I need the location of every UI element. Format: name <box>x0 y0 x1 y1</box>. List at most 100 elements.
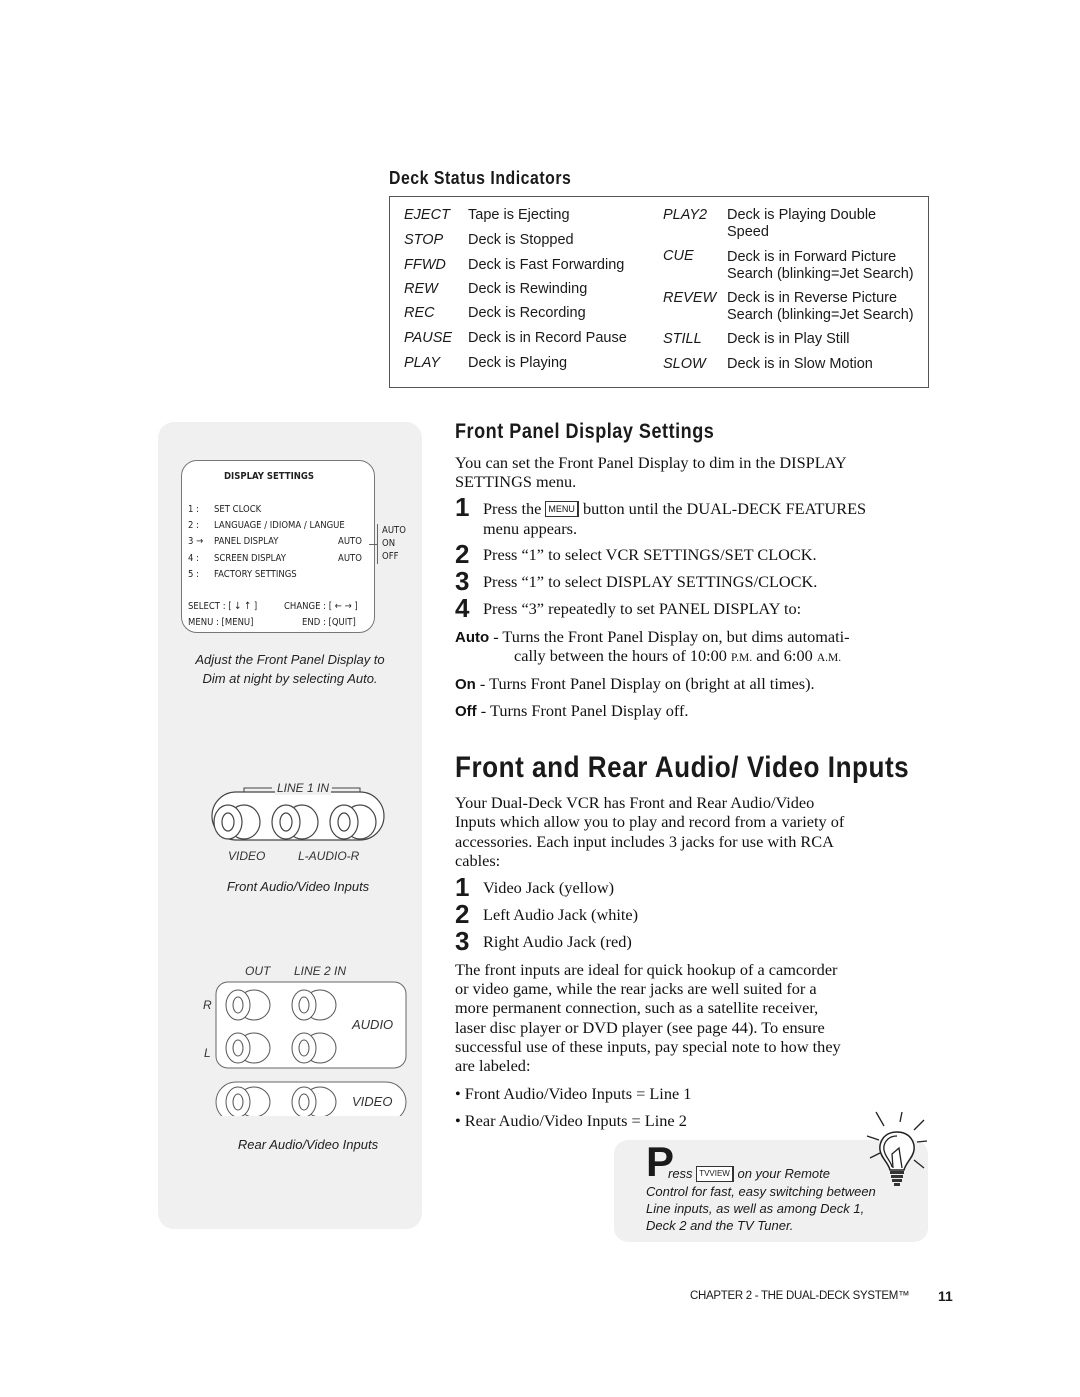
option-label: Off <box>455 703 477 720</box>
jack-text: Right Audio Jack (red) <box>483 932 632 951</box>
av-intro-line: accessories. Each input includes 3 jacks… <box>455 832 834 851</box>
av-body-line: more permanent connection, such as a sat… <box>455 998 819 1017</box>
line2-in-label: LINE 2 IN <box>294 964 347 978</box>
step-number: 1 <box>455 492 470 522</box>
screen-title: DISPLAY SETTINGS <box>224 471 314 482</box>
tip-text: on your Remote <box>737 1166 830 1181</box>
r-label: R <box>203 998 212 1012</box>
menu-item-label: FACTORY SETTINGS <box>214 569 297 580</box>
jack-number: 2 <box>455 899 470 929</box>
option-label: On <box>455 676 476 693</box>
menu-num: 5 : <box>188 569 199 580</box>
status-row: STILL <box>663 331 702 348</box>
step-3-text: Press “1” to select DISPLAY SETTINGS/CLO… <box>483 572 818 591</box>
option-text: cally between the hours of 10:00 <box>514 646 732 665</box>
menu-num: 4 : <box>188 553 199 564</box>
rca-jack-icon <box>225 1032 271 1064</box>
av-body-line: The front inputs are ideal for quick hoo… <box>455 960 838 979</box>
chapter-footer: CHAPTER 2 - THE DUAL-DECK SYSTEM™ <box>690 1290 910 1302</box>
status-desc: Deck is Playing <box>468 355 568 371</box>
am-label: A.M. <box>816 652 842 664</box>
status-desc: Deck is in Reverse Picture <box>727 290 898 306</box>
menu-key-icon: MENU <box>545 501 579 517</box>
status-desc-cont: Search (blinking=Jet Search) <box>727 307 914 323</box>
status-row: STOP <box>404 232 443 249</box>
rca-jack-icon <box>225 1086 271 1116</box>
page-number: 11 <box>938 1288 953 1304</box>
status-desc: Deck is in Record Pause <box>468 330 627 346</box>
option-text: - Turns Front Panel Display off. <box>476 701 689 720</box>
status-desc: Deck is Stopped <box>468 232 574 248</box>
menu-num: 1 : <box>188 504 199 515</box>
jack-text: Video Jack (yellow) <box>483 878 615 897</box>
step-number: 3 <box>455 566 470 596</box>
menu-item-label: SCREEN DISPLAY <box>214 553 286 564</box>
line1-in-label: LINE 1 IN <box>275 781 332 795</box>
av-intro-line: cables: <box>455 851 501 870</box>
front-video-label: VIDEO <box>228 849 266 863</box>
step-1-line2: menu appears. <box>483 519 578 538</box>
menu-item-label: SET CLOCK <box>214 504 262 515</box>
tip-line: Deck 2 and the TV Tuner. <box>646 1218 794 1233</box>
status-code: PAUSE <box>404 330 453 346</box>
options-bracket <box>377 524 378 564</box>
tvview-key-icon: TVVIEW <box>696 1166 734 1182</box>
intro-line1: You can set the Front Panel Display to d… <box>455 453 847 472</box>
rca-jack-icon <box>329 804 377 840</box>
status-code: CUE <box>663 248 694 264</box>
front-audio-label: L-AUDIO-R <box>298 849 360 863</box>
option-text: and 6:00 <box>752 646 817 665</box>
status-row: REW <box>404 281 438 298</box>
status-code: PLAY <box>404 355 441 371</box>
step-1-text: Press the MENU button until the DUAL-DEC… <box>483 499 866 519</box>
step-number: 4 <box>455 593 470 623</box>
tip-line: Control for fast, easy switching between <box>646 1184 876 1199</box>
rca-jack-icon <box>213 804 261 840</box>
option-auto-desc: Auto - Turns the Front Panel Display on,… <box>455 627 850 648</box>
status-code: REVEW <box>663 290 717 306</box>
status-desc: Deck is Recording <box>468 305 586 321</box>
status-desc-cont: Speed <box>727 224 769 240</box>
bullet-item: • Front Audio/Video Inputs = Line 1 <box>455 1084 692 1103</box>
option-label: Auto <box>455 629 490 646</box>
av-intro-line: Inputs which allow you to play and recor… <box>455 812 845 831</box>
status-code: PLAY2 <box>663 207 708 223</box>
change-hint: CHANGE : [ ← → ] <box>284 601 358 612</box>
step-1-post: button until the DUAL-DECK FEATURES <box>583 499 867 518</box>
status-row: REC <box>404 305 435 322</box>
status-row: PLAY2 <box>663 207 707 224</box>
menu-num: 2 : <box>188 520 199 531</box>
av-body-line: successful use of these inputs, pay spec… <box>455 1037 841 1056</box>
av-body-line: or video game, while the rear jacks are … <box>455 979 817 998</box>
av-intro-line: Your Dual-Deck VCR has Front and Rear Au… <box>455 793 815 812</box>
status-desc: Deck is in Play Still <box>727 331 850 347</box>
lightbulb-icon <box>866 1111 928 1186</box>
status-desc: Deck is in Slow Motion <box>727 356 873 372</box>
bullet-item: • Rear Audio/Video Inputs = Line 2 <box>455 1111 687 1130</box>
status-row: FFWD <box>404 257 446 274</box>
status-desc: Tape is Ejecting <box>468 207 570 223</box>
av-inputs-heading: Front and Rear Audio/ Video Inputs <box>455 751 910 784</box>
step-4-text: Press “3” repeatedly to set PANEL DISPLA… <box>483 599 802 618</box>
status-row: PLAY <box>404 355 440 372</box>
status-row: EJECT <box>404 207 450 224</box>
option-on-desc: On - Turns Front Panel Display on (brigh… <box>455 674 815 695</box>
rear-video-label: VIDEO <box>352 1094 393 1109</box>
rear-audio-label: AUDIO <box>352 1017 394 1032</box>
menu-item-value: AUTO <box>338 553 362 564</box>
select-hint: SELECT : [ ↓ ↑ ] <box>188 601 258 612</box>
status-code: SLOW <box>663 356 706 372</box>
options-connector <box>369 544 377 545</box>
option-off-desc: Off - Turns Front Panel Display off. <box>455 701 689 722</box>
menu-item-label: LANGUAGE / IDIOMA / LANGUE <box>214 520 345 531</box>
status-code: FFWD <box>404 257 446 273</box>
status-desc: Deck is in Forward Picture <box>727 249 897 265</box>
jack-number: 1 <box>455 872 470 902</box>
status-row: REVEW <box>663 290 716 307</box>
status-row: PAUSE <box>404 330 452 347</box>
option-auto: AUTO <box>382 525 406 536</box>
status-code: EJECT <box>404 207 450 223</box>
rca-jack-icon <box>291 989 337 1021</box>
option-auto-line2: cally between the hours of 10:00 P.M. an… <box>514 646 841 669</box>
deck-status-heading: Deck Status Indicators <box>389 168 572 188</box>
